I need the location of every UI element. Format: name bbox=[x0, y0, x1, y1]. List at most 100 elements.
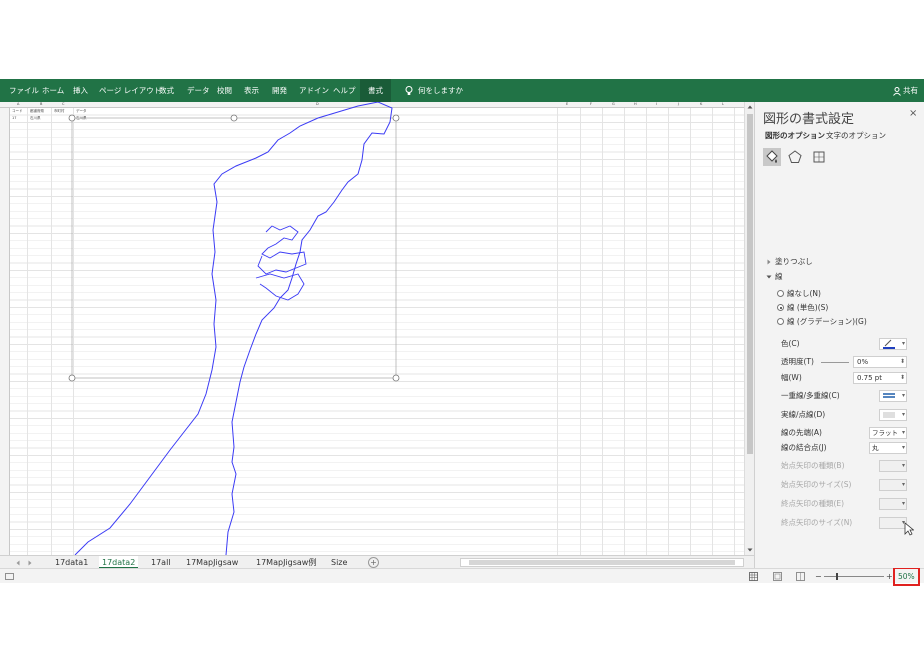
tab-text-options[interactable]: 文字のオプション bbox=[826, 130, 886, 141]
width-input[interactable]: 0.75 pt ⬍ bbox=[853, 372, 907, 384]
zoom-slider[interactable] bbox=[824, 573, 884, 580]
tab-page-layout[interactable]: ページ レイアウト bbox=[97, 79, 163, 102]
tab-insert[interactable]: 挿入 bbox=[71, 79, 90, 102]
radio-solid-line-button[interactable] bbox=[777, 304, 784, 311]
radio-gradient-line[interactable]: 線 (グラデーション)(G) bbox=[755, 315, 924, 329]
horizontal-scrollbar[interactable] bbox=[460, 558, 744, 567]
normal-view-icon[interactable] bbox=[749, 572, 758, 581]
tab-file[interactable]: ファイル bbox=[7, 79, 41, 102]
section-fill-header[interactable]: 塗りつぶし bbox=[755, 255, 924, 269]
end-arrow-type-label: 終点矢印の種類(E) bbox=[781, 499, 845, 508]
chevron-down-icon: ▾ bbox=[901, 429, 905, 436]
transparency-value: 0% bbox=[857, 358, 869, 366]
tab-review[interactable]: 校閲 bbox=[215, 79, 234, 102]
pane-close-button[interactable]: × bbox=[909, 108, 917, 119]
resize-handle[interactable] bbox=[392, 374, 400, 382]
ribbon-tab-bar: ファイル ホーム 挿入 ページ レイアウト 数式 データ 校閲 表示 開発 アド… bbox=[0, 79, 924, 102]
compound-label: 一重線/多重線(C) bbox=[781, 391, 840, 400]
sheet-scroll-left-icon[interactable] bbox=[14, 559, 22, 567]
resize-handle[interactable] bbox=[230, 114, 238, 122]
zoom-level[interactable]: 50% bbox=[893, 567, 920, 586]
width-label: 幅(W) bbox=[781, 373, 802, 382]
horizontal-scroll-thumb[interactable] bbox=[469, 560, 735, 565]
transparency-row: 透明度(T) 0% ⬍ bbox=[755, 355, 924, 369]
spinner-icon[interactable]: ⬍ bbox=[900, 357, 905, 367]
begin-arrow-type-dropdown[interactable]: ▾ bbox=[879, 460, 907, 472]
sheet-scroll-right-icon[interactable] bbox=[26, 559, 34, 567]
map-shape-ishikawa[interactable] bbox=[0, 102, 744, 555]
tab-addins[interactable]: アドイン bbox=[297, 79, 331, 102]
transparency-slider[interactable] bbox=[821, 362, 849, 363]
zoom-in-button[interactable]: + bbox=[886, 569, 893, 584]
transparency-label: 透明度(T) bbox=[781, 357, 814, 366]
join-value: 丸 bbox=[872, 444, 879, 452]
dash-label: 実線/点線(D) bbox=[781, 410, 826, 419]
begin-arrow-size-row: 始点矢印のサイズ(S) ▾ bbox=[755, 478, 924, 492]
cap-type-dropdown[interactable]: フラット ▾ bbox=[869, 427, 907, 439]
mouse-cursor-icon bbox=[904, 522, 914, 536]
tab-format[interactable]: 書式 bbox=[360, 79, 391, 102]
resize-handle[interactable] bbox=[392, 114, 400, 122]
page-layout-view-icon[interactable] bbox=[773, 572, 782, 581]
compound-row: 一重線/多重線(C) ▾ bbox=[755, 389, 924, 403]
fill-line-icon[interactable] bbox=[763, 148, 781, 166]
radio-solid-line[interactable]: 線 (単色)(S) bbox=[755, 301, 924, 315]
page-break-view-icon[interactable] bbox=[796, 572, 805, 581]
begin-arrow-size-dropdown[interactable]: ▾ bbox=[879, 479, 907, 491]
end-arrow-size-dropdown[interactable]: ▾ bbox=[879, 517, 907, 529]
section-fill-label: 塗りつぶし bbox=[775, 257, 813, 266]
end-arrow-type-dropdown[interactable]: ▾ bbox=[879, 498, 907, 510]
width-value: 0.75 pt bbox=[857, 374, 882, 382]
excel-window: ファイル ホーム 挿入 ページ レイアウト 数式 データ 校閲 表示 開発 アド… bbox=[0, 79, 924, 586]
resize-handle[interactable] bbox=[68, 114, 76, 122]
transparency-input[interactable]: 0% ⬍ bbox=[853, 356, 907, 368]
begin-arrow-size-label: 始点矢印のサイズ(S) bbox=[781, 480, 852, 489]
compound-type-dropdown[interactable]: ▾ bbox=[879, 390, 907, 402]
line-color-row: 色(C) ▾ bbox=[755, 337, 924, 351]
tab-formulas[interactable]: 数式 bbox=[157, 79, 176, 102]
status-bar: − + 50% bbox=[0, 567, 924, 586]
zoom-out-button[interactable]: − bbox=[815, 569, 822, 584]
line-color-picker[interactable]: ▾ bbox=[879, 338, 907, 350]
dash-row: 実線/点線(D) ▾ bbox=[755, 408, 924, 422]
worksheet-grid[interactable]: A B C D E F G H I J K L コード 都道府県 市町村 データ… bbox=[0, 102, 744, 555]
tab-data[interactable]: データ bbox=[185, 79, 212, 102]
chevron-down-icon: ▾ bbox=[901, 392, 905, 399]
width-row: 幅(W) 0.75 pt ⬍ bbox=[755, 371, 924, 385]
pen-color-icon bbox=[883, 339, 895, 349]
chevron-down-icon: ▾ bbox=[901, 444, 905, 451]
pane-title: 図形の書式設定 bbox=[763, 112, 855, 127]
section-line-header[interactable]: 線 bbox=[755, 270, 924, 284]
add-sheet-button[interactable]: + bbox=[368, 557, 379, 568]
tab-view[interactable]: 表示 bbox=[242, 79, 261, 102]
dash-line-icon bbox=[883, 412, 895, 418]
spinner-icon[interactable]: ⬍ bbox=[900, 373, 905, 383]
tab-home[interactable]: ホーム bbox=[40, 79, 66, 102]
resize-handle[interactable] bbox=[68, 374, 76, 382]
effects-pentagon-icon[interactable] bbox=[786, 148, 804, 166]
tab-help[interactable]: ヘルプ bbox=[331, 79, 358, 102]
tab-shape-options[interactable]: 図形のオプション bbox=[765, 130, 825, 141]
vertical-scrollbar[interactable] bbox=[744, 102, 754, 555]
lightbulb-icon bbox=[405, 86, 413, 95]
radio-no-line[interactable]: 線なし(N) bbox=[755, 287, 924, 301]
radio-no-line-button[interactable] bbox=[777, 290, 784, 297]
share-button[interactable]: 共有 bbox=[893, 79, 918, 102]
join-row: 線の結合点(J) 丸 ▾ bbox=[755, 441, 924, 455]
tell-me-search[interactable]: 何をしますか bbox=[405, 79, 463, 102]
dash-type-dropdown[interactable]: ▾ bbox=[879, 409, 907, 421]
tab-developer[interactable]: 開発 bbox=[270, 79, 289, 102]
join-type-dropdown[interactable]: 丸 ▾ bbox=[869, 442, 907, 454]
end-arrow-size-label: 終点矢印のサイズ(N) bbox=[781, 518, 853, 527]
join-label: 線の結合点(J) bbox=[781, 443, 827, 452]
cap-value: フラット bbox=[872, 429, 898, 437]
begin-arrow-type-label: 始点矢印の種類(B) bbox=[781, 461, 845, 470]
cap-row: 線の先端(A) フラット ▾ bbox=[755, 426, 924, 440]
macro-record-icon[interactable] bbox=[5, 572, 14, 581]
tell-me-label: 何をしますか bbox=[418, 86, 463, 95]
radio-gradient-line-button[interactable] bbox=[777, 318, 784, 325]
size-properties-icon[interactable] bbox=[810, 148, 828, 166]
zoom-slider-thumb[interactable] bbox=[836, 573, 839, 580]
radio-no-line-label: 線なし(N) bbox=[787, 289, 821, 298]
vertical-scroll-thumb[interactable] bbox=[747, 114, 753, 454]
